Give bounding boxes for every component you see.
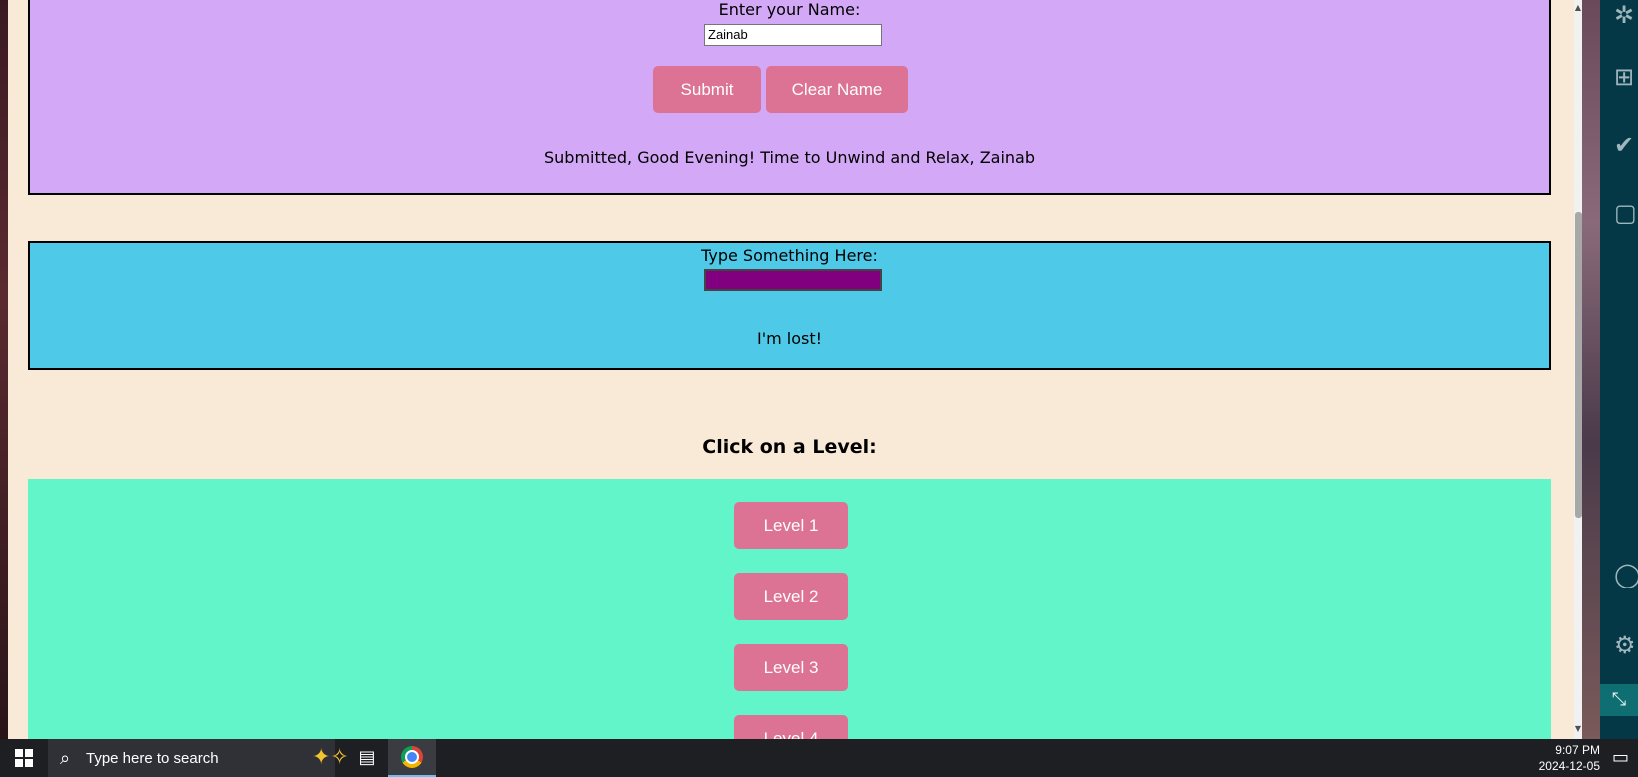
desktop-wallpaper-right: [1582, 0, 1600, 739]
search-icon: ⌕: [60, 747, 71, 769]
sparkle-icon: ✦✧: [312, 745, 349, 770]
side-panel: [1600, 0, 1638, 739]
scroll-down-arrow[interactable]: ▼: [1574, 723, 1582, 735]
windows-icon: [15, 749, 33, 767]
start-button[interactable]: [0, 739, 48, 777]
desktop-wallpaper-left: [0, 0, 8, 739]
layout-icon[interactable]: ⊞: [1614, 64, 1638, 90]
feedback-icon[interactable]: ▢: [1614, 200, 1638, 226]
bug-icon[interactable]: ✲: [1614, 2, 1638, 28]
level-2-button[interactable]: Level 2: [734, 573, 848, 620]
collapse-icon[interactable]: ⤡: [1600, 684, 1638, 716]
chrome-icon[interactable]: [388, 739, 436, 777]
level-4-button[interactable]: Level 4: [734, 715, 848, 739]
clock-time: 9:07 PM: [1555, 743, 1600, 757]
search-placeholder: Type here to search: [86, 749, 219, 767]
scroll-up-arrow[interactable]: ▲: [1574, 2, 1582, 14]
notification-icon[interactable]: ▭: [1612, 747, 1629, 768]
name-input[interactable]: Zainab: [704, 24, 882, 46]
browser-page: Enter your Name: Zainab Submit Clear Nam…: [8, 0, 1574, 739]
type-output: I'm lost!: [756, 329, 823, 348]
type-something-panel: Type Something Here: I'm lost!: [28, 241, 1551, 370]
level-3-button[interactable]: Level 3: [734, 644, 848, 691]
type-input[interactable]: [704, 269, 882, 291]
taskbar-search[interactable]: ⌕ Type here to search ✦✧: [48, 739, 349, 777]
scroll-thumb[interactable]: [1575, 212, 1582, 518]
check-circle-icon[interactable]: ✔: [1614, 132, 1638, 158]
greeting-message: Submitted, Good Evening! Time to Unwind …: [543, 148, 1035, 167]
submit-button[interactable]: Submit: [653, 66, 761, 113]
name-form-panel: Enter your Name: Zainab Submit Clear Nam…: [28, 0, 1551, 195]
level-1-button[interactable]: Level 1: [734, 502, 848, 549]
task-view-icon[interactable]: ▤: [346, 739, 388, 777]
clock-date: 2024-12-05: [1538, 759, 1600, 773]
gear-icon[interactable]: ⚙: [1614, 632, 1638, 658]
clock[interactable]: 9:07 PM 2024-12-05: [1530, 742, 1600, 774]
user-icon[interactable]: ◯: [1614, 562, 1638, 588]
level-heading: Click on a Level:: [702, 436, 877, 458]
clear-name-button[interactable]: Clear Name: [766, 66, 908, 113]
levels-panel: Level 1 Level 2 Level 3 Level 4: [28, 479, 1551, 739]
type-label: Type Something Here:: [701, 246, 878, 265]
name-label: Enter your Name:: [718, 0, 861, 19]
taskbar: ⌕ Type here to search ✦✧ ▤ 9:07 PM 2024-…: [0, 739, 1638, 777]
